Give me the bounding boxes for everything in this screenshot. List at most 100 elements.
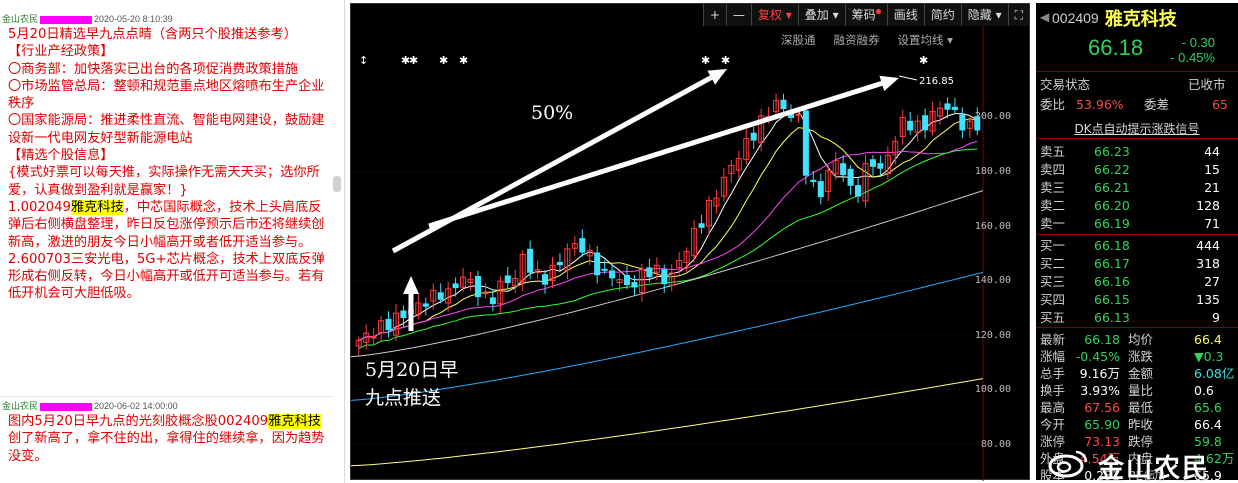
stat-label: 最高 bbox=[1040, 400, 1066, 415]
stock-code: 002409 bbox=[1052, 10, 1099, 26]
candle-body bbox=[609, 270, 616, 279]
dropdown-arrow-icon: ▾ bbox=[832, 8, 839, 22]
scrollbar-thumb[interactable] bbox=[333, 176, 341, 192]
zoom-in-button[interactable]: + bbox=[702, 4, 726, 26]
stat-row: 最高 67.56 最低 65.6 bbox=[1036, 399, 1238, 417]
candle-body bbox=[646, 267, 653, 278]
candle-body bbox=[594, 252, 601, 276]
divider bbox=[1036, 138, 1238, 139]
signal-marker: ↕ bbox=[359, 54, 368, 67]
level-label: 买五 bbox=[1040, 310, 1066, 325]
stat-value: 0.6 bbox=[1194, 383, 1214, 398]
ma-settings-dropdown[interactable]: 设置均线 ▾ bbox=[898, 32, 953, 48]
candle-body bbox=[922, 115, 929, 131]
level-price: 66.15 bbox=[1094, 292, 1130, 307]
stat-label: 最新 bbox=[1040, 332, 1066, 347]
candle-body bbox=[385, 318, 392, 331]
candle-body bbox=[474, 275, 481, 298]
hk-connect-link[interactable]: 深股通 bbox=[781, 32, 816, 48]
stat-value: -0.45% bbox=[1075, 349, 1120, 364]
candle-body bbox=[869, 159, 876, 167]
fullscreen-icon[interactable]: ⛶ bbox=[1007, 4, 1029, 26]
adjust-rights-button[interactable]: 复权 ▾ bbox=[750, 4, 798, 26]
zoom-out-button[interactable]: — bbox=[725, 4, 751, 26]
stock-name-highlight: 雅克科技 bbox=[268, 414, 321, 429]
candle-body bbox=[780, 99, 787, 110]
candle-body bbox=[795, 113, 802, 116]
bid-row: 买二 66.17 318 bbox=[1036, 255, 1238, 273]
status-label: 交易状态 bbox=[1040, 77, 1091, 92]
candle-body bbox=[579, 238, 586, 253]
signal-marker: ✱ bbox=[409, 54, 418, 67]
gain-annotation: 50% bbox=[531, 102, 574, 124]
stat-row: 换手 3.93% 量比 0.6 bbox=[1036, 382, 1238, 400]
signal-marker: ✱ bbox=[701, 54, 710, 67]
stat-label: 总手 bbox=[1040, 366, 1066, 381]
adjust-rights-label: 复权 bbox=[757, 8, 782, 22]
stat-label: 最低 bbox=[1128, 400, 1154, 415]
level-label: 卖四 bbox=[1040, 162, 1066, 177]
level-price: 66.16 bbox=[1094, 274, 1130, 289]
level-price: 66.20 bbox=[1094, 198, 1130, 213]
rise-arrow-2 bbox=[428, 75, 899, 229]
y-axis-label: 120.00 bbox=[974, 330, 1011, 341]
quote-header: ◀ 002409 雅克科技 bbox=[1036, 3, 1238, 33]
candle-body bbox=[542, 274, 549, 285]
push-note-line: 5月20日早 bbox=[365, 359, 459, 381]
watermark: 金山农民 bbox=[1040, 446, 1238, 483]
level-volume: 128 bbox=[1196, 198, 1220, 213]
message-line: 〇国家能源局：推进柔性直流、智能电网建设，鼓励建设新一代电网友好型新能源电站 bbox=[8, 113, 325, 146]
hide-button[interactable]: 隐藏 ▾ bbox=[960, 4, 1008, 26]
bid-row: 买一 66.18 444 bbox=[1036, 237, 1238, 255]
stat-value: 65.6 bbox=[1194, 400, 1222, 415]
divider bbox=[1036, 71, 1238, 72]
message-line: 【行业产经政策】 bbox=[8, 44, 114, 60]
ma-settings-label: 设置均线 bbox=[897, 33, 944, 47]
candle-body bbox=[422, 303, 429, 307]
level-volume: 444 bbox=[1196, 238, 1220, 253]
margin-trading-link[interactable]: 融资融券 bbox=[834, 32, 880, 48]
level-label: 买四 bbox=[1040, 292, 1066, 307]
kline-chart-panel[interactable]: ↕ ✱ ✱ ✱ ✱ ✱ ✱ ✱ 216.85 + — 复权 ▾ 叠加 ▾ 筹码 画线 简约 隐藏… bbox=[350, 3, 1030, 481]
y-axis-label: 140.00 bbox=[974, 275, 1011, 286]
message-body: 图内5月20日早九点的光刻胶概念股002409雅克科技创了新高了，拿不住的出，拿… bbox=[0, 411, 333, 465]
y-axis-label: 180.00 bbox=[974, 166, 1011, 177]
level-label: 买二 bbox=[1040, 256, 1066, 271]
chat-panel: 金山农民 2020-05-20 8:10:39 5月20日精选早九点点晴（含两只个… bbox=[0, 0, 345, 483]
stock-name-highlight: 雅克科技 bbox=[70, 199, 124, 215]
weicha-label: 委差 bbox=[1144, 97, 1170, 112]
change-percent: - 0.45% bbox=[1170, 50, 1215, 65]
level-price: 66.18 bbox=[1094, 238, 1130, 253]
overlay-button[interactable]: 叠加 ▾ bbox=[797, 4, 845, 26]
weibi-label: 委比 bbox=[1040, 97, 1066, 112]
simple-mode-button[interactable]: 简约 bbox=[923, 4, 961, 26]
ask-row: 卖二 66.20 128 bbox=[1036, 197, 1238, 215]
ask-row: 卖一 66.19 71 bbox=[1036, 215, 1238, 233]
message-line: 〇市场监管总局：整顿和规范重点地区熔喷布生产企业秩序 bbox=[8, 78, 325, 112]
stat-label: 昨收 bbox=[1128, 417, 1154, 432]
order-ratio-row: 委比 53.96% 委差 65 bbox=[1036, 96, 1238, 114]
watermark-text: 金山农民 bbox=[1098, 454, 1211, 483]
last-price: 66.18 bbox=[1088, 35, 1144, 60]
weibo-logo-icon bbox=[1048, 450, 1088, 478]
chips-button[interactable]: 筹码 bbox=[844, 4, 887, 26]
collapse-arrow-icon[interactable]: ◀ bbox=[1040, 10, 1049, 24]
stat-label: 均价 bbox=[1128, 332, 1154, 347]
level-label: 卖二 bbox=[1040, 198, 1066, 213]
redacted-name-bar bbox=[40, 402, 93, 411]
stat-value: 66.4 bbox=[1194, 332, 1222, 347]
level-label: 卖三 bbox=[1040, 180, 1066, 195]
level-price: 66.19 bbox=[1094, 216, 1130, 231]
candle-body bbox=[504, 275, 511, 284]
stock-pick-2: 2.600703三安光电，5G+芯片概念，技术上双底反弹形成右侧反转，今日小幅高… bbox=[8, 251, 325, 302]
stat-value: 6.08亿 bbox=[1194, 366, 1235, 381]
draw-line-button[interactable]: 画线 bbox=[886, 4, 924, 26]
candle-body bbox=[437, 292, 444, 300]
level-volume: 44 bbox=[1204, 144, 1220, 159]
stat-label: 量比 bbox=[1128, 383, 1154, 398]
hide-label: 隐藏 bbox=[967, 8, 992, 22]
dk-signal-link[interactable]: DK点自动提示涨跌信号 bbox=[1036, 120, 1238, 137]
divider bbox=[1036, 327, 1238, 328]
signal-marker: ✱ bbox=[919, 54, 928, 67]
message-line: 5月20日精选早九点点晴（含两只个股推送参考） bbox=[8, 27, 297, 42]
